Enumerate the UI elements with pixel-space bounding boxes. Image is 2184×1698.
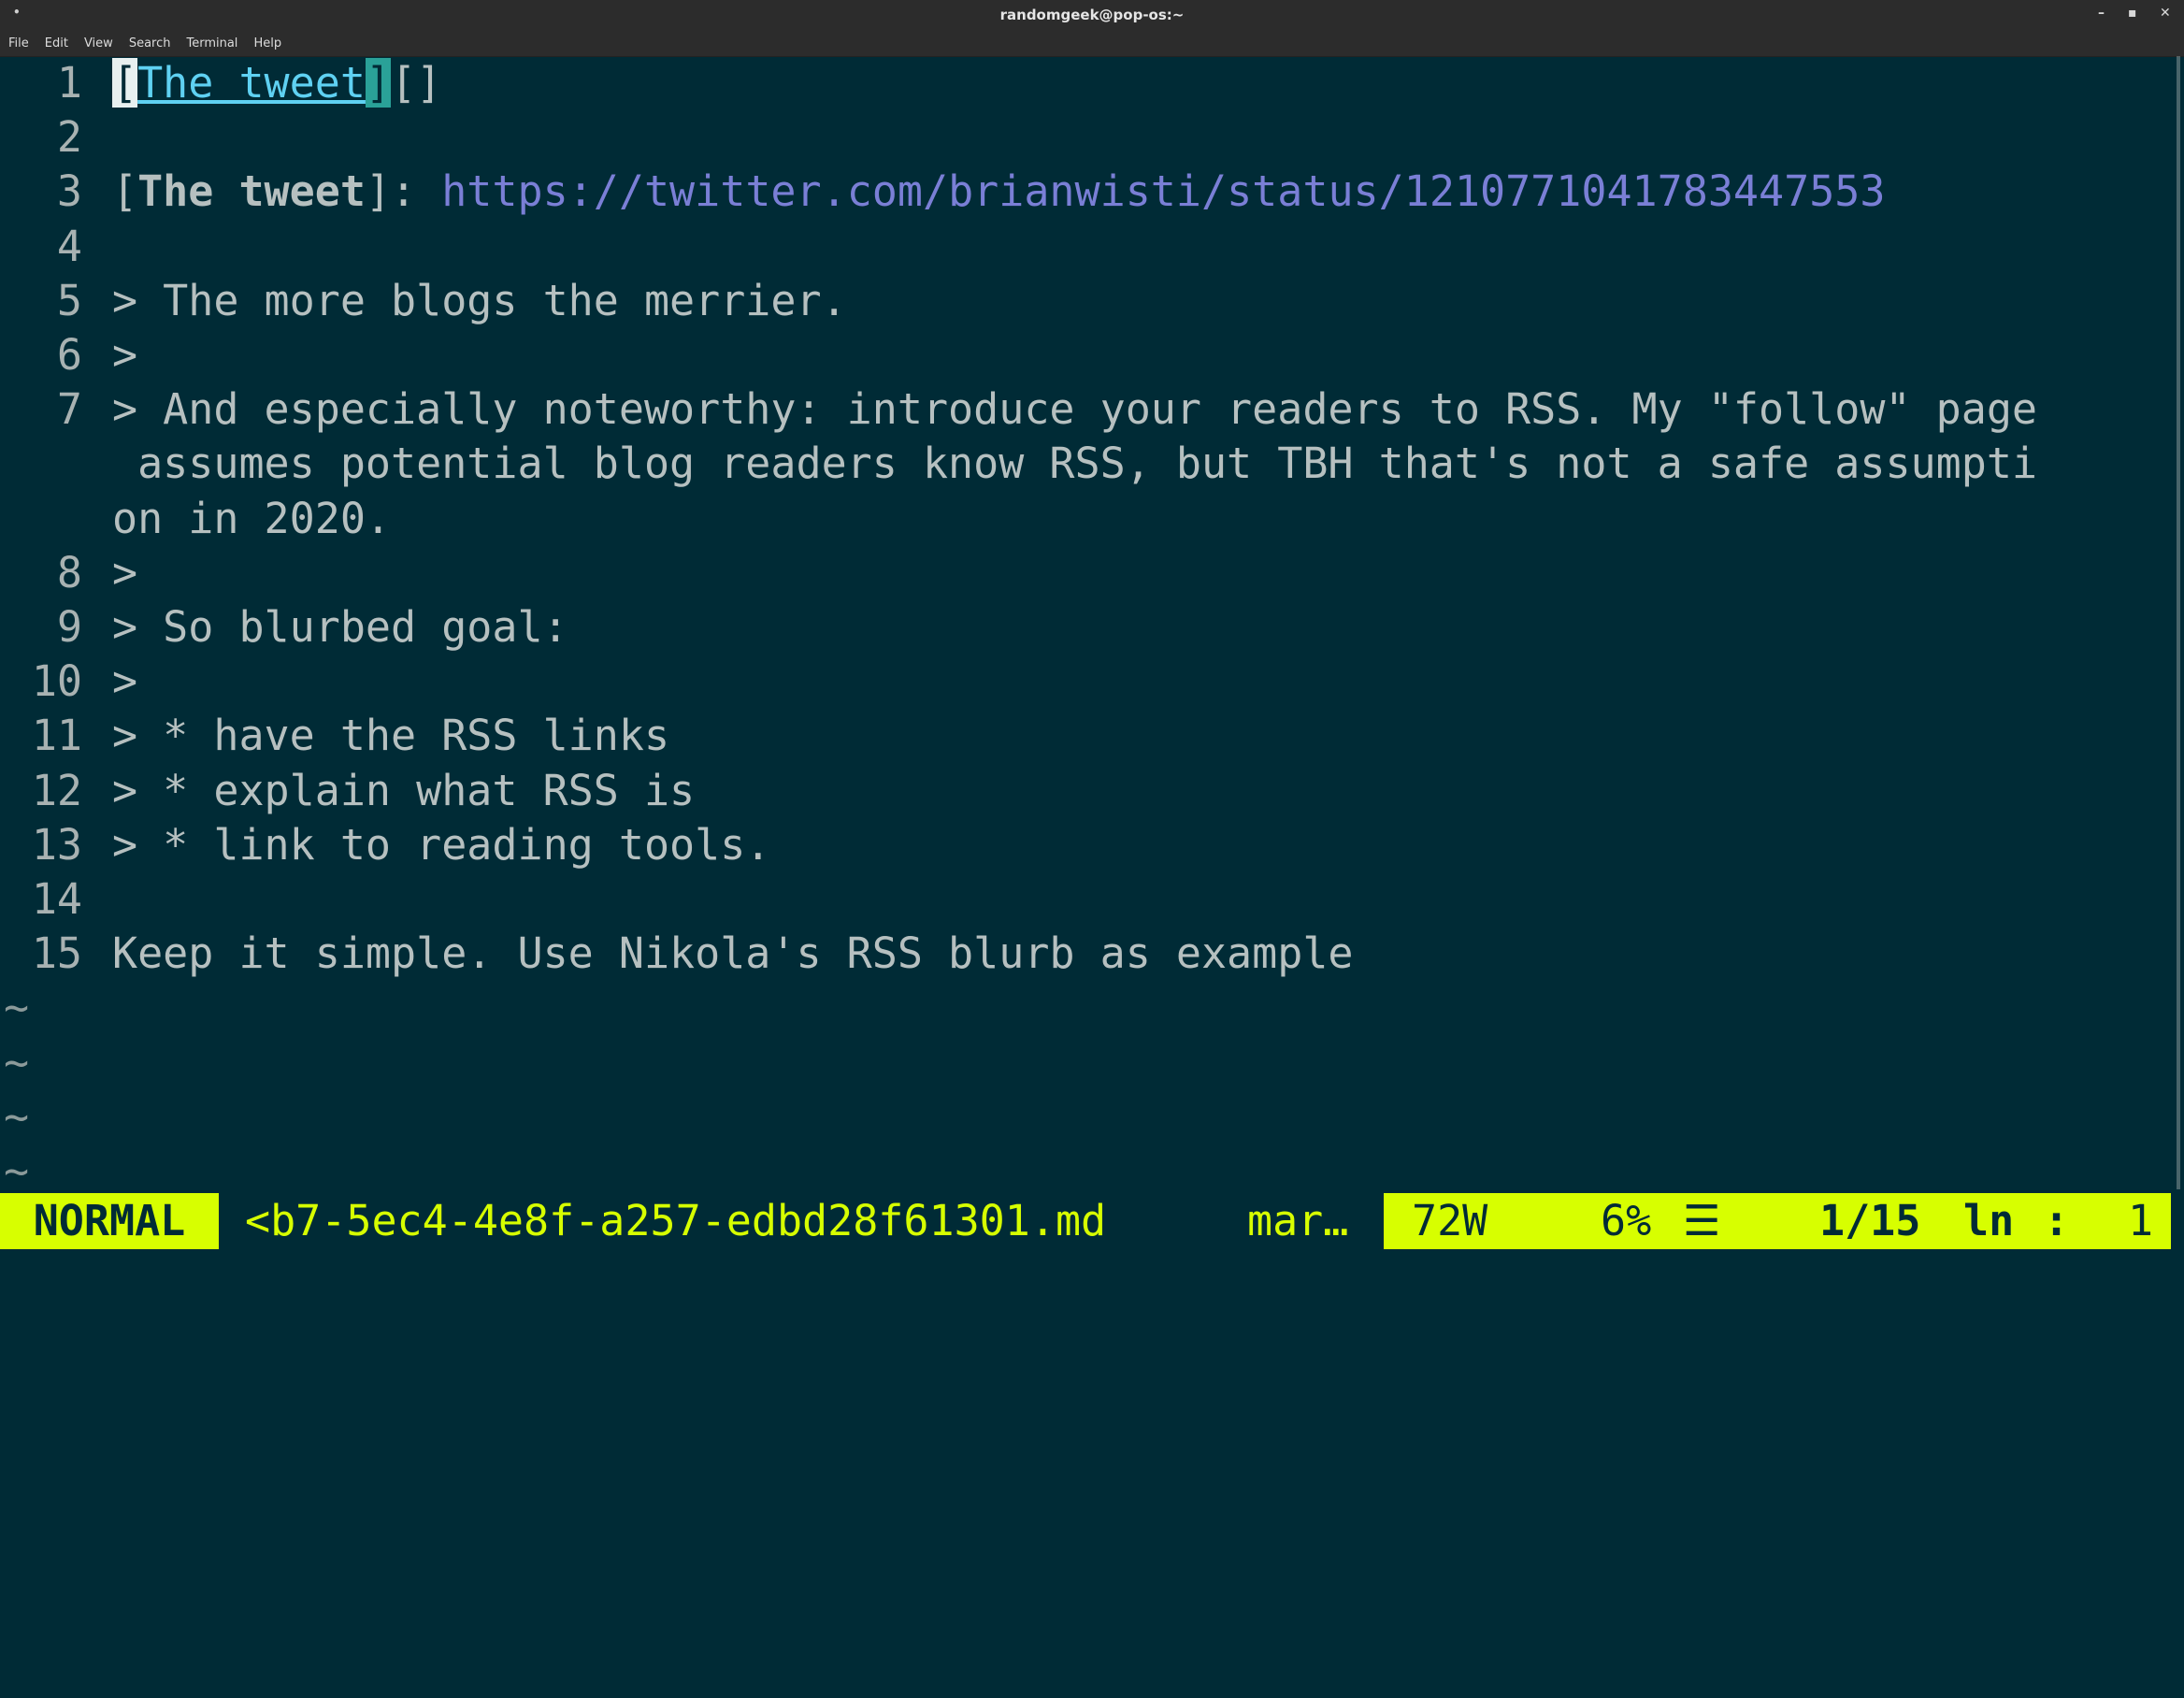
line-number: 8: [56, 547, 82, 597]
line-text: Keep it simple. Use Nikola's RSS blurb a…: [112, 927, 1354, 981]
editor-buffer[interactable]: 1 [The tweet][] 2 3 [The tweet]: https://twi…: [0, 56, 2171, 1196]
editor-line[interactable]: 12 > * explain what RSS is: [0, 764, 2171, 818]
text-span: > * link to reading tools.: [112, 819, 771, 870]
line-number: 3: [56, 166, 82, 217]
line-text: >: [112, 328, 137, 382]
line-number: 15: [31, 928, 82, 979]
editor-line[interactable]: 11 > * have the RSS links: [0, 709, 2171, 763]
editor-line[interactable]: 14: [0, 872, 2171, 927]
editor-line[interactable]: 9 > So blurbed goal:: [0, 600, 2171, 655]
line-text: > So blurbed goal:: [112, 600, 568, 655]
line-number: 10: [31, 656, 82, 707]
status-ln-label: ln: [1963, 1196, 2015, 1245]
status-line: NORMAL <b7-5ec4-4e8f-a257-edbd28f61301.m…: [0, 1193, 2171, 1249]
line-text: >: [112, 546, 137, 600]
maximize-icon[interactable]: ▪: [2128, 6, 2137, 21]
bracket-close-span: ]: [365, 58, 392, 108]
text-span: > And especially noteworthy: introduce y…: [112, 384, 2038, 435]
line-number: 13: [31, 819, 82, 870]
bracket-open-span: [: [112, 58, 138, 108]
text-span: >: [112, 547, 138, 597]
text-span: [: [112, 166, 138, 217]
text-span: > * explain what RSS is: [112, 765, 696, 815]
url-span: https://twitter.com/brianwisti/status/12…: [441, 166, 1886, 217]
mode-indicator: NORMAL: [0, 1193, 219, 1249]
text-span: []: [391, 58, 442, 108]
bold-ref-span: The tweet: [137, 166, 366, 217]
editor-line[interactable]: on in 2020.: [0, 492, 2171, 546]
minimize-icon[interactable]: –: [2098, 6, 2105, 21]
empty-line-tilde: ~: [4, 1037, 30, 1087]
line-text: >: [112, 655, 137, 709]
line-number: 2: [56, 112, 82, 163]
editor-line[interactable]: assumes potential blog readers know RSS,…: [0, 437, 2171, 491]
text-span: > The more blogs the merrier.: [112, 275, 847, 325]
line-text: > * link to reading tools.: [112, 818, 770, 872]
status-position: 1/15: [1819, 1196, 1921, 1245]
line-text: > * have the RSS links: [112, 709, 669, 763]
menu-help[interactable]: Help: [253, 32, 281, 50]
line-number: 12: [31, 765, 82, 815]
link-text-span: The tweet: [137, 58, 366, 108]
line-text: [The tweet][]: [112, 56, 441, 110]
line-number: 5: [56, 275, 82, 325]
line-text: [The tweet]: https://twitter.com/brianwi…: [112, 165, 1885, 219]
text-span: > * have the RSS links: [112, 711, 670, 761]
empty-line-tilde: ~: [4, 1146, 30, 1196]
text-span: >: [112, 330, 138, 380]
editor-line[interactable]: 8 >: [0, 546, 2171, 600]
close-icon[interactable]: ✕: [2160, 6, 2171, 21]
status-right-section: 72W 6% ☰ 1/15 ln : 1: [1384, 1193, 2171, 1249]
line-text: > And especially noteworthy: introduce y…: [112, 382, 2037, 437]
line-number: 14: [31, 874, 82, 924]
status-filetype: mar…: [1247, 1193, 1399, 1249]
editor-line[interactable]: 15 Keep it simple. Use Nikola's RSS blurb…: [0, 927, 2171, 981]
status-column: 1: [2128, 1196, 2154, 1245]
editor-line[interactable]: 5 > The more blogs the merrier.: [0, 274, 2171, 328]
menu-edit[interactable]: Edit: [45, 32, 68, 50]
menu-lines-icon: ☰: [1683, 1196, 1721, 1245]
text-span: > So blurbed goal:: [112, 602, 568, 652]
line-number: 11: [31, 711, 82, 761]
text-span: ]:: [365, 166, 442, 217]
editor-line[interactable]: 4: [0, 220, 2171, 274]
status-filename: <b7-5ec4-4e8f-a257-edbd28f61301.md: [219, 1193, 1384, 1249]
editor-line[interactable]: 2: [0, 110, 2171, 165]
line-number: 7: [56, 384, 82, 435]
menu-bar: File Edit View Search Terminal Help: [0, 32, 2184, 57]
editor-line[interactable]: 7 > And especially noteworthy: introduce …: [0, 382, 2171, 437]
line-text: on in 2020.: [112, 492, 391, 546]
menu-view[interactable]: View: [84, 32, 113, 50]
status-percent: 6%: [1601, 1196, 1652, 1245]
status-wordcount: 72W: [1412, 1196, 1488, 1245]
line-number: 9: [56, 602, 82, 652]
editor-line[interactable]: 1 [The tweet][]: [0, 56, 2171, 110]
editor-line[interactable]: 3 [The tweet]: https://twitter.com/brianw…: [0, 165, 2171, 219]
menu-file[interactable]: File: [8, 32, 29, 50]
editor-line[interactable]: 10 >: [0, 655, 2171, 709]
command-line[interactable]: [0, 1251, 2184, 1305]
menu-terminal[interactable]: Terminal: [186, 32, 237, 50]
empty-line-tilde: ~: [4, 983, 30, 1033]
text-span: assumes potential blog readers know RSS,…: [112, 439, 2038, 489]
text-span: on in 2020.: [112, 493, 392, 543]
editor-line[interactable]: 6 >: [0, 328, 2171, 382]
window-title: randomgeek@pop-os:~: [999, 7, 1185, 23]
menu-search[interactable]: Search: [129, 32, 171, 50]
line-text: assumes potential blog readers know RSS,…: [112, 437, 2037, 491]
text-span: >: [112, 656, 138, 707]
empty-line-tilde: ~: [4, 1091, 30, 1142]
line-number: 6: [56, 330, 82, 380]
line-text: > The more blogs the merrier.: [112, 274, 847, 328]
window-titlebar: • randomgeek@pop-os:~ – ▪ ✕: [0, 0, 2184, 32]
line-text: > * explain what RSS is: [112, 764, 695, 818]
editor-line[interactable]: 13 > * link to reading tools.: [0, 818, 2171, 872]
line-number: 4: [56, 221, 82, 271]
scrollbar[interactable]: [2177, 56, 2180, 1189]
text-span: Keep it simple. Use Nikola's RSS blurb a…: [112, 928, 1354, 979]
status-colon: :: [2044, 1196, 2070, 1245]
line-number: 1: [56, 58, 82, 108]
